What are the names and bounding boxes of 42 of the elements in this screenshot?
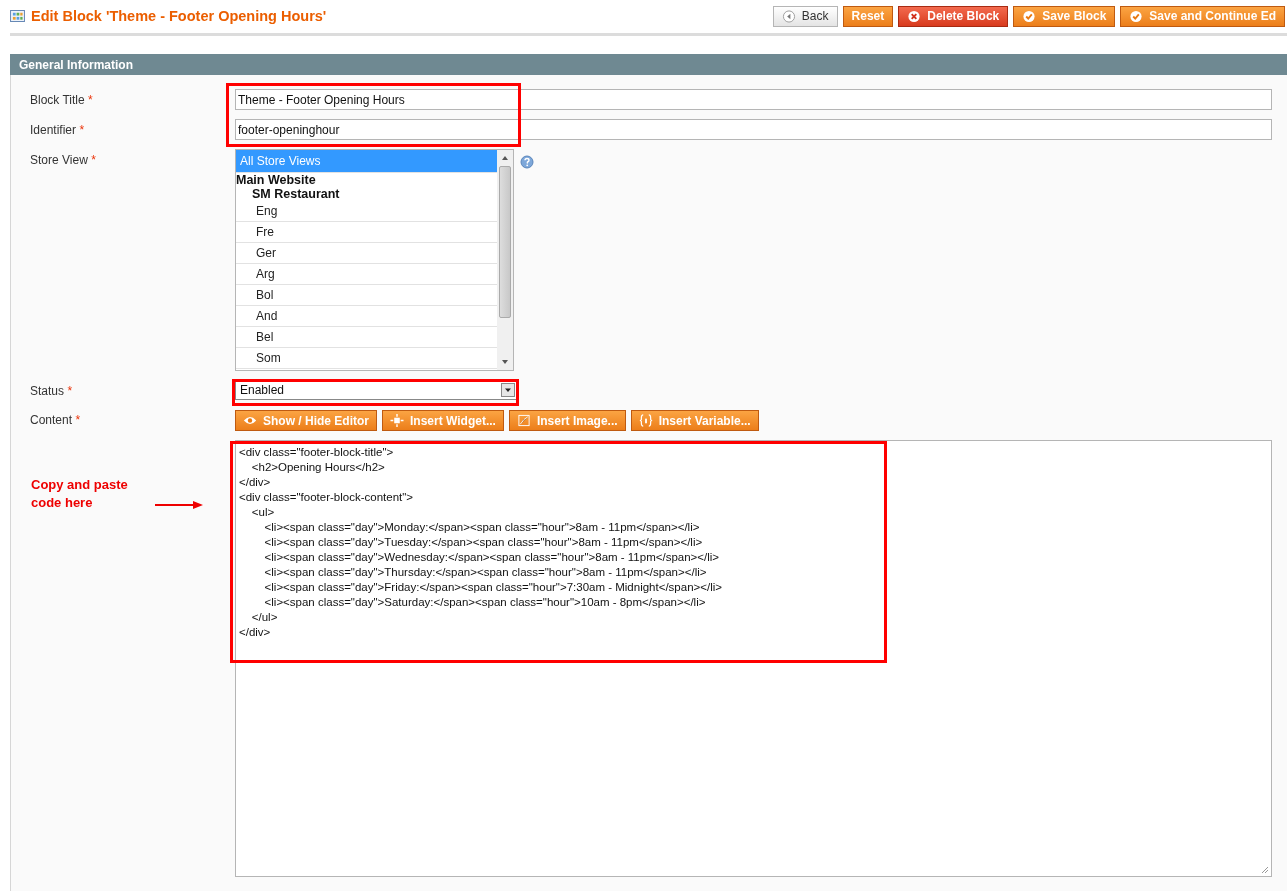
store-group-label: SM Restaurant xyxy=(251,187,341,201)
required-mark: * xyxy=(88,93,93,107)
field-label: Status xyxy=(30,384,65,398)
input-field[interactable]: Theme - Footer Opening Hours xyxy=(235,89,1272,110)
grid-icon xyxy=(10,10,25,22)
store-option[interactable]: Fre xyxy=(236,222,497,243)
field-label: Content xyxy=(30,413,73,427)
field-label: Store View xyxy=(30,153,88,167)
store-option[interactable]: Som xyxy=(236,348,497,369)
store-group-label: Main Website xyxy=(236,173,317,187)
close-icon xyxy=(907,9,922,23)
store-option[interactable]: Arg xyxy=(236,264,497,285)
check-icon xyxy=(1129,9,1144,23)
back-icon xyxy=(781,9,796,23)
required-mark: * xyxy=(91,153,96,167)
resize-grip-icon xyxy=(1261,866,1269,874)
section-header: General Information xyxy=(10,54,1287,75)
check-icon xyxy=(1022,9,1037,23)
variable-icon xyxy=(638,414,653,427)
back-button[interactable]: Back xyxy=(772,5,838,27)
store-option[interactable]: Bel xyxy=(236,327,497,348)
required-mark: * xyxy=(67,384,73,398)
store-option[interactable]: Bol xyxy=(236,285,497,306)
annotation-arrow xyxy=(155,501,203,509)
content-textarea[interactable]: <div class="footer-block-title"> <h2>Opening Hours</h2> </div> <div class="footer-block-content"> <ul> <li><span class="day">Monday:</span><span class="hour">8am - 11pm</span></li> <li><span class="day">Tuesday:</span><span class="hour">8am - 11pm</span></li> <li><span class="day">Wednesday:</span><span class="hour">8am - 11pm</span></li> <li><span class="day">Thursday:</span><span class="hour">8am - 11pm</span></li> <li><span class="day">Friday:</span><span class="hour">7:30am - Midnight</span></li> <li><span class="day">Saturday:</span><span class="hour">10am - 8pm</span></li> </ul> </div> xyxy=(235,440,1272,877)
store-option[interactable]: Ger xyxy=(236,243,497,264)
eye-icon xyxy=(243,414,257,427)
required-mark: * xyxy=(75,413,81,427)
image-icon xyxy=(516,414,531,427)
page-title: Edit Block 'Theme - Footer Opening Hours' xyxy=(31,8,327,24)
store-option[interactable]: Eng xyxy=(236,201,497,222)
help-icon[interactable] xyxy=(520,155,534,169)
required-mark: * xyxy=(79,123,85,137)
field-label: Block Title xyxy=(30,93,85,107)
annotation-text: Copy and paste code here xyxy=(31,476,129,512)
store-option[interactable]: And xyxy=(236,306,497,327)
store-view-list[interactable]: All Store Views Main Website SM Restaurant Eng Fre Ger Arg Bol And Bel Som xyxy=(235,149,514,371)
field-label: Identifier xyxy=(30,123,77,137)
widget-icon xyxy=(390,414,404,427)
delete-button[interactable]: Delete Block xyxy=(898,5,1009,27)
input-field[interactable]: footer-openinghour xyxy=(235,119,1272,140)
scrollbar[interactable] xyxy=(497,150,513,370)
